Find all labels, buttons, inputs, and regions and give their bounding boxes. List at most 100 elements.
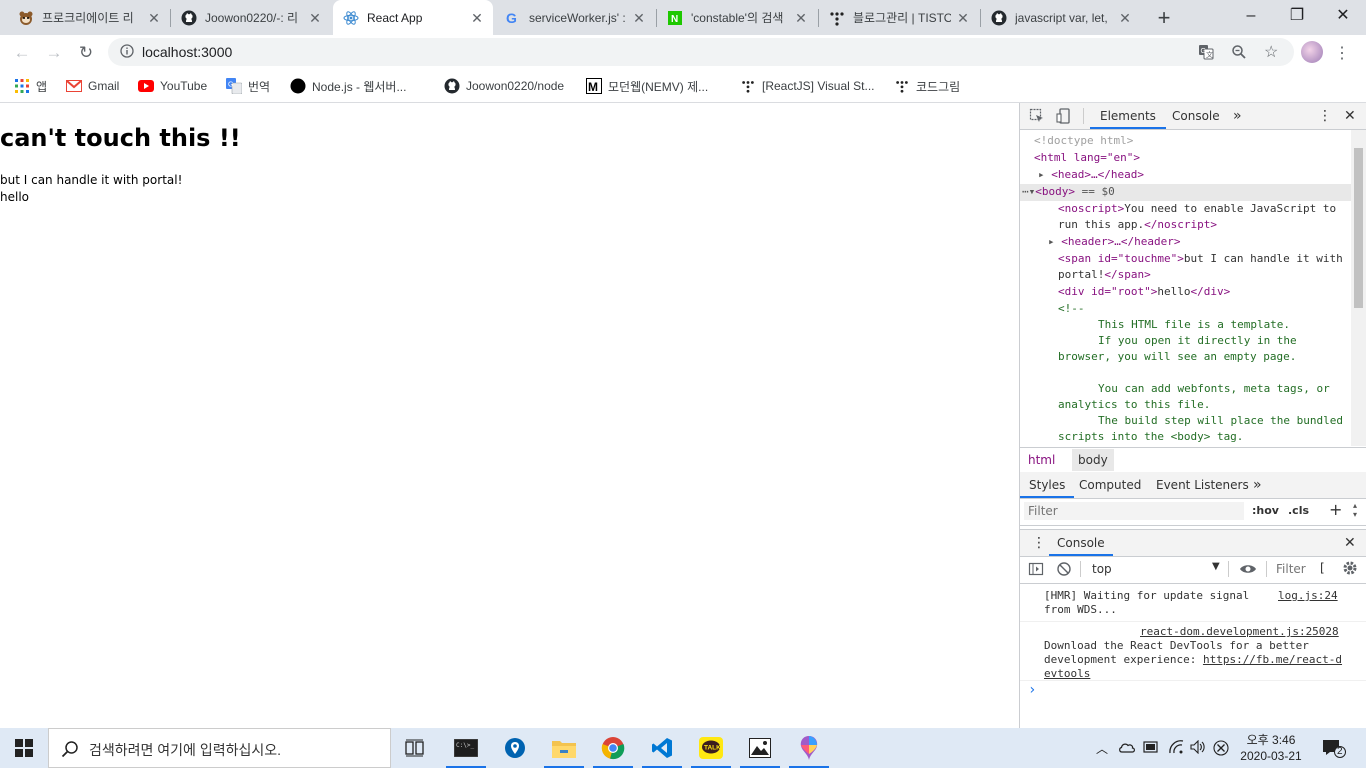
devtools-url-link[interactable]: https://fb.me/react-d bbox=[1203, 653, 1342, 666]
noscript-node[interactable]: <noscript>You need to enable JavaScript … bbox=[1058, 201, 1336, 217]
close-tab-icon[interactable]: ✕ bbox=[955, 10, 971, 26]
inspect-element-icon[interactable] bbox=[1029, 108, 1045, 127]
tab-computed[interactable]: Computed bbox=[1079, 472, 1141, 498]
comment-node[interactable]: <!-- bbox=[1058, 301, 1085, 317]
paint3d-app-icon[interactable] bbox=[785, 728, 833, 768]
device-toggle-icon[interactable] bbox=[1056, 108, 1072, 127]
restore-button[interactable]: ❐ bbox=[1274, 0, 1320, 32]
photos-app-icon[interactable] bbox=[736, 728, 784, 768]
scrollbar-thumb[interactable] bbox=[1354, 148, 1363, 308]
tab-naver-constable[interactable]: N 'constable'의 검색 ✕ bbox=[657, 0, 817, 35]
tab-react-app[interactable]: React App ✕ bbox=[333, 0, 493, 35]
bookmark-apps[interactable]: 앱 bbox=[14, 76, 47, 96]
context-dropdown-icon[interactable]: ▼ bbox=[1212, 561, 1220, 572]
close-tab-icon[interactable]: ✕ bbox=[469, 10, 485, 26]
tray-overflow-chevron-icon[interactable]: ︿ bbox=[1096, 740, 1108, 757]
reload-icon[interactable]: ↻ bbox=[72, 39, 100, 67]
tab-console[interactable]: Console bbox=[1170, 103, 1222, 129]
bookmark-joowon-node[interactable]: Joowon0220/node bbox=[444, 76, 564, 96]
bookmark-translate[interactable]: G 번역 bbox=[226, 76, 270, 96]
html-node[interactable]: <html lang="en"> bbox=[1034, 150, 1140, 166]
new-style-rule-icon[interactable]: + bbox=[1329, 500, 1342, 519]
tab-event-listeners[interactable]: Event Listeners bbox=[1156, 472, 1249, 498]
tab-tistory[interactable]: 블로그관리 | TISTO ✕ bbox=[819, 0, 979, 35]
tab-styles[interactable]: Styles bbox=[1020, 472, 1075, 498]
bookmark-modernweb[interactable]: M 모던웹(NEMV) 제... bbox=[586, 76, 708, 96]
header-node[interactable]: ▸ <header>…</header> bbox=[1048, 234, 1180, 250]
start-button[interactable] bbox=[0, 728, 48, 768]
eye-icon[interactable] bbox=[1239, 561, 1257, 580]
bookmark-star-icon[interactable]: ☆ bbox=[1264, 42, 1278, 62]
close-tab-icon[interactable]: ✕ bbox=[146, 10, 162, 26]
drawer-menu-icon[interactable]: ⋮ bbox=[1032, 530, 1046, 556]
info-icon[interactable] bbox=[120, 44, 134, 61]
maps-app-icon[interactable] bbox=[491, 728, 539, 768]
volume-icon[interactable] bbox=[1190, 739, 1206, 757]
bookmark-codegrim[interactable]: 코드그림 bbox=[894, 76, 960, 96]
tab-elements[interactable]: Elements bbox=[1090, 103, 1166, 129]
bookmark-nodejs[interactable]: Node.js - 웹서버... bbox=[290, 76, 406, 96]
scroll-arrows-icon[interactable]: ▴ ▾ bbox=[1353, 501, 1357, 519]
drawer-tab-console[interactable]: Console bbox=[1049, 530, 1113, 556]
onedrive-icon[interactable] bbox=[1118, 740, 1136, 757]
expand-triangle-icon[interactable]: ▸ bbox=[1038, 168, 1045, 181]
battery-icon[interactable] bbox=[1143, 740, 1159, 757]
file-explorer-icon[interactable] bbox=[540, 728, 588, 768]
console-source-link[interactable]: react-dom.development.js:25028 bbox=[1140, 625, 1339, 639]
expand-triangle-icon[interactable]: ▸ bbox=[1048, 235, 1055, 248]
tab-procreate[interactable]: 프로크리에이트 리 ✕ bbox=[0, 0, 170, 35]
forward-arrow-icon[interactable]: → bbox=[40, 39, 68, 67]
drawer-close-icon[interactable]: ✕ bbox=[1344, 530, 1356, 556]
kakaotalk-app-icon[interactable]: TALK bbox=[687, 728, 735, 768]
body-node[interactable]: ⋯▾<body> == $0 bbox=[1022, 184, 1115, 200]
zoom-icon[interactable] bbox=[1231, 44, 1247, 63]
cmd-app-icon[interactable]: C:\>_ bbox=[442, 728, 490, 768]
bookmark-gmail[interactable]: Gmail bbox=[66, 76, 119, 96]
breadcrumb-body[interactable]: body bbox=[1072, 449, 1114, 471]
minimize-button[interactable]: – bbox=[1228, 0, 1274, 32]
console-source-link[interactable]: log.js:24 bbox=[1278, 589, 1338, 603]
bookmark-reactjs[interactable]: [ReactJS] Visual St... bbox=[740, 76, 875, 96]
clear-console-icon[interactable] bbox=[1056, 561, 1072, 580]
breadcrumb-html[interactable]: html bbox=[1028, 453, 1055, 467]
more-tabs-chevron-icon[interactable]: » bbox=[1233, 103, 1242, 129]
devtools-close-icon[interactable]: ✕ bbox=[1344, 103, 1356, 129]
vscode-app-icon[interactable] bbox=[638, 728, 686, 768]
context-selector[interactable]: top bbox=[1092, 562, 1112, 576]
menu-kebab-icon[interactable]: ⋮ bbox=[1334, 43, 1350, 63]
task-view-icon[interactable] bbox=[391, 728, 439, 768]
more-tabs-chevron-icon[interactable]: » bbox=[1253, 472, 1262, 498]
wifi-icon[interactable] bbox=[1168, 740, 1184, 757]
clock[interactable]: 오후 3:46 2020-03-21 bbox=[1234, 732, 1308, 764]
div-root-node[interactable]: <div id="root">hello</div> bbox=[1058, 284, 1230, 300]
devtools-menu-icon[interactable]: ⋮ bbox=[1318, 103, 1332, 129]
ime-icon[interactable] bbox=[1213, 740, 1229, 759]
cls-toggle[interactable]: .cls bbox=[1288, 504, 1309, 517]
translate-icon[interactable]: G文 bbox=[1198, 44, 1214, 63]
tab-google-serviceworker[interactable]: G serviceWorker.js' : ✕ bbox=[495, 0, 655, 35]
console-prompt[interactable]: › bbox=[1028, 682, 1036, 698]
taskbar-search-box[interactable]: 검색하려면 여기에 입력하십시오. bbox=[48, 728, 391, 768]
chrome-app-icon[interactable] bbox=[589, 728, 637, 768]
close-tab-icon[interactable]: ✕ bbox=[631, 10, 647, 26]
window-close-button[interactable]: ✕ bbox=[1320, 0, 1366, 32]
action-center-icon[interactable]: 2 bbox=[1322, 738, 1346, 761]
close-tab-icon[interactable]: ✕ bbox=[793, 10, 809, 26]
styles-filter-input[interactable] bbox=[1024, 502, 1244, 520]
settings-gear-icon[interactable] bbox=[1342, 560, 1358, 579]
back-arrow-icon[interactable]: ← bbox=[8, 39, 36, 67]
head-node[interactable]: ▸ <head>…</head> bbox=[1038, 167, 1144, 183]
doctype-node[interactable]: <!doctype html> bbox=[1034, 133, 1133, 149]
bookmark-youtube[interactable]: YouTube bbox=[138, 76, 207, 96]
devtools-url-link-cont[interactable]: evtools bbox=[1044, 667, 1090, 681]
close-tab-icon[interactable]: ✕ bbox=[307, 10, 323, 26]
tab-github-javascript[interactable]: javascript var, let, ✕ bbox=[981, 0, 1141, 35]
tab-github-joowon[interactable]: Joowon0220/-: 리 ✕ bbox=[171, 0, 331, 35]
profile-avatar[interactable] bbox=[1301, 41, 1323, 63]
close-tab-icon[interactable]: ✕ bbox=[1117, 10, 1133, 26]
sidebar-toggle-icon[interactable] bbox=[1028, 561, 1044, 580]
levels-dropdown[interactable]: [ bbox=[1320, 561, 1325, 575]
elements-scrollbar[interactable] bbox=[1351, 130, 1366, 446]
span-touchme-node[interactable]: <span id="touchme">but I can handle it w… bbox=[1058, 251, 1343, 267]
new-tab-button[interactable]: + bbox=[1150, 0, 1178, 35]
